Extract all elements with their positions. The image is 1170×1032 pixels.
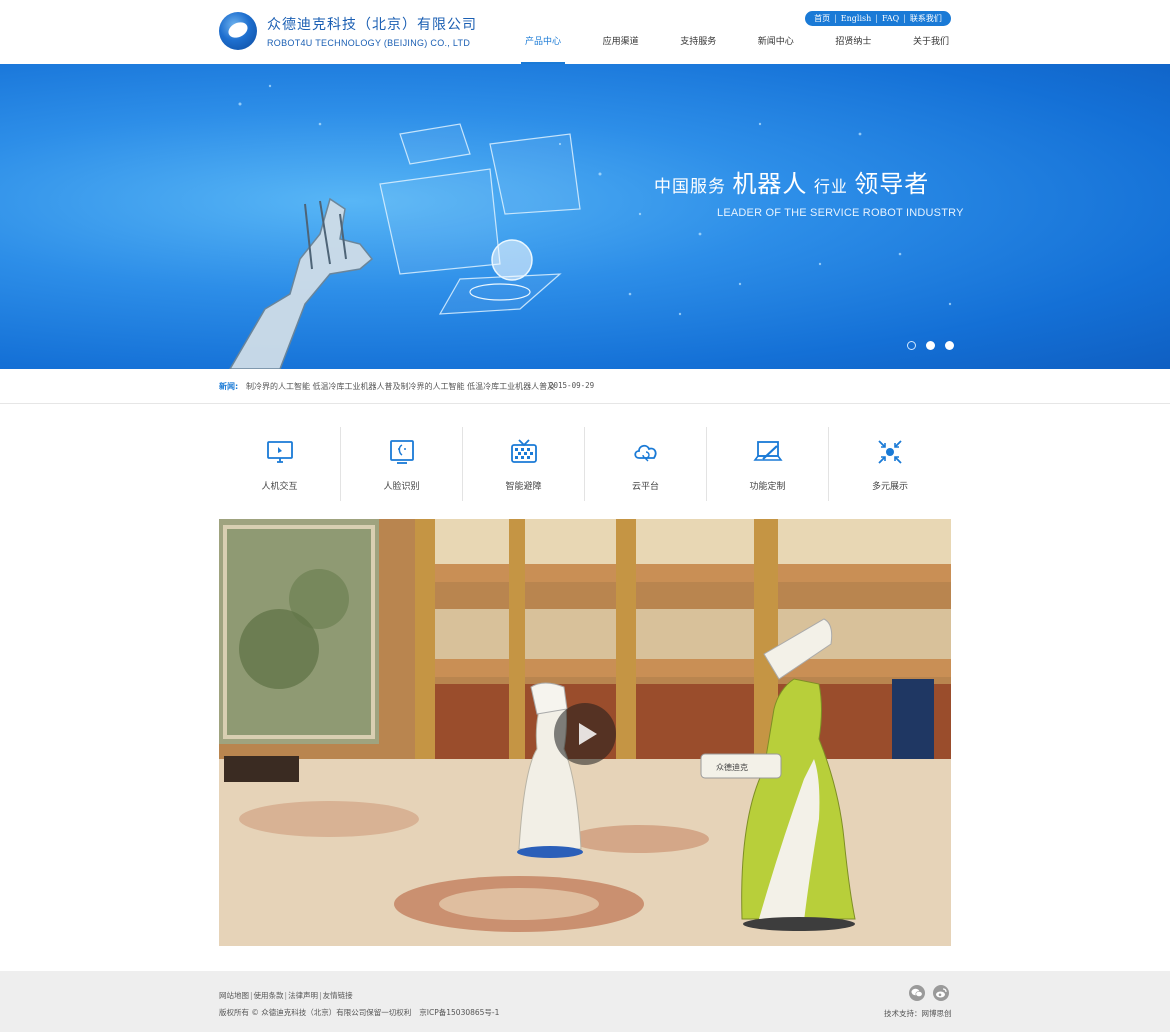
news-date: 2015-09-29	[549, 381, 595, 390]
copyright: 版权所有 © 众德迪克科技（北京）有限公司保留一切权利 京ICP备15030865…	[219, 1008, 500, 1017]
main-nav: 产品中心 应用渠道 支持服务 新闻中心 招贤纳士 关于我们	[521, 32, 953, 64]
company-name-cn: 众德迪克科技（北京）有限公司	[267, 17, 477, 33]
news-ticker: 新闻: 制冷界的人工智能 低温冷库工业机器人普及制冷界的人工智能 低温冷库工业机…	[0, 369, 1170, 404]
robot-label: 众德迪克	[716, 762, 748, 772]
carousel-dots	[907, 341, 954, 350]
logo[interactable]: 众德迪克科技（北京）有限公司 ROBOT4U TECHNOLOGY (BEIJI…	[219, 12, 477, 50]
icp-number: 京ICP备15030865号-1	[419, 1008, 500, 1017]
site-header: 众德迪克科技（北京）有限公司 ROBOT4U TECHNOLOGY (BEIJI…	[0, 0, 1170, 64]
social-links	[909, 985, 949, 1001]
obstacle-avoidance-icon	[510, 439, 537, 463]
site-footer: 网站地图|使用条款|法律声明|友情链接 版权所有 © 众德迪克科技（北京）有限公…	[0, 971, 1170, 1032]
footer-link-friends[interactable]: 友情链接	[323, 991, 353, 1000]
nav-item-products[interactable]: 产品中心	[521, 32, 566, 64]
carousel-dot[interactable]	[907, 341, 916, 350]
nav-item-careers[interactable]: 招贤纳士	[831, 32, 875, 64]
product-video[interactable]: 众德迪克	[219, 519, 951, 946]
footer-link-sitemap[interactable]: 网站地图	[219, 991, 249, 1000]
top-link-contact[interactable]: 联系我们	[910, 13, 942, 24]
top-link-home[interactable]: 首页	[814, 13, 830, 24]
footer-links: 网站地图|使用条款|法律声明|友情链接	[219, 991, 353, 1000]
banner-subtitle: LEADER OF THE SERVICE ROBOT INDUSTRY	[717, 207, 964, 219]
carousel-dot[interactable]	[945, 341, 954, 350]
feature-item[interactable]: 人脸识别	[341, 427, 463, 501]
feature-item[interactable]: 云平台	[585, 427, 707, 501]
company-name-en: ROBOT4U TECHNOLOGY (BEIJING) CO., LTD	[267, 38, 471, 48]
top-links: 首页 | English | FAQ | 联系我们	[805, 11, 951, 26]
carousel-dot[interactable]	[926, 341, 935, 350]
news-label: 新闻:	[219, 382, 239, 391]
feature-item[interactable]: 多元展示	[829, 427, 951, 501]
play-button[interactable]	[554, 703, 616, 765]
tech-support: 技术支持：网博思创	[884, 1009, 952, 1018]
banner-headline: 中国服务 机器人 行业 领导者	[654, 170, 930, 198]
cloud-icon	[633, 444, 657, 462]
nav-item-channels[interactable]: 应用渠道	[599, 32, 643, 64]
laptop-edit-icon	[752, 441, 783, 461]
hero-banner[interactable]: 中国服务 机器人 行业 领导者 LEADER OF THE SERVICE RO…	[0, 64, 1170, 369]
feature-list: 人机交互 人脸识别 智能避障 云平台 功能定制 多元展示	[219, 427, 951, 501]
nav-item-about[interactable]: 关于我们	[909, 32, 953, 64]
footer-link-terms[interactable]: 使用条款	[254, 991, 284, 1000]
news-headline-link[interactable]: 制冷界的人工智能 低温冷库工业机器人普及制冷界的人工智能 低温冷库工业机器人普及	[246, 381, 555, 392]
banner-illustration	[229, 84, 952, 369]
expand-arrows-icon	[878, 440, 902, 464]
logo-mark-icon	[219, 12, 257, 50]
wechat-icon[interactable]	[909, 985, 925, 1001]
top-link-faq[interactable]: FAQ	[882, 14, 899, 23]
feature-item[interactable]: 人机交互	[219, 427, 341, 501]
nav-item-news[interactable]: 新闻中心	[754, 32, 798, 64]
feature-item[interactable]: 功能定制	[707, 427, 829, 501]
footer-link-legal[interactable]: 法律声明	[288, 991, 318, 1000]
monitor-touch-icon	[266, 441, 293, 463]
nav-item-support[interactable]: 支持服务	[676, 32, 720, 64]
top-link-english[interactable]: English	[841, 14, 872, 23]
feature-item[interactable]: 智能避障	[463, 427, 585, 501]
face-recognition-icon	[389, 440, 414, 464]
weibo-icon[interactable]	[933, 985, 949, 1001]
